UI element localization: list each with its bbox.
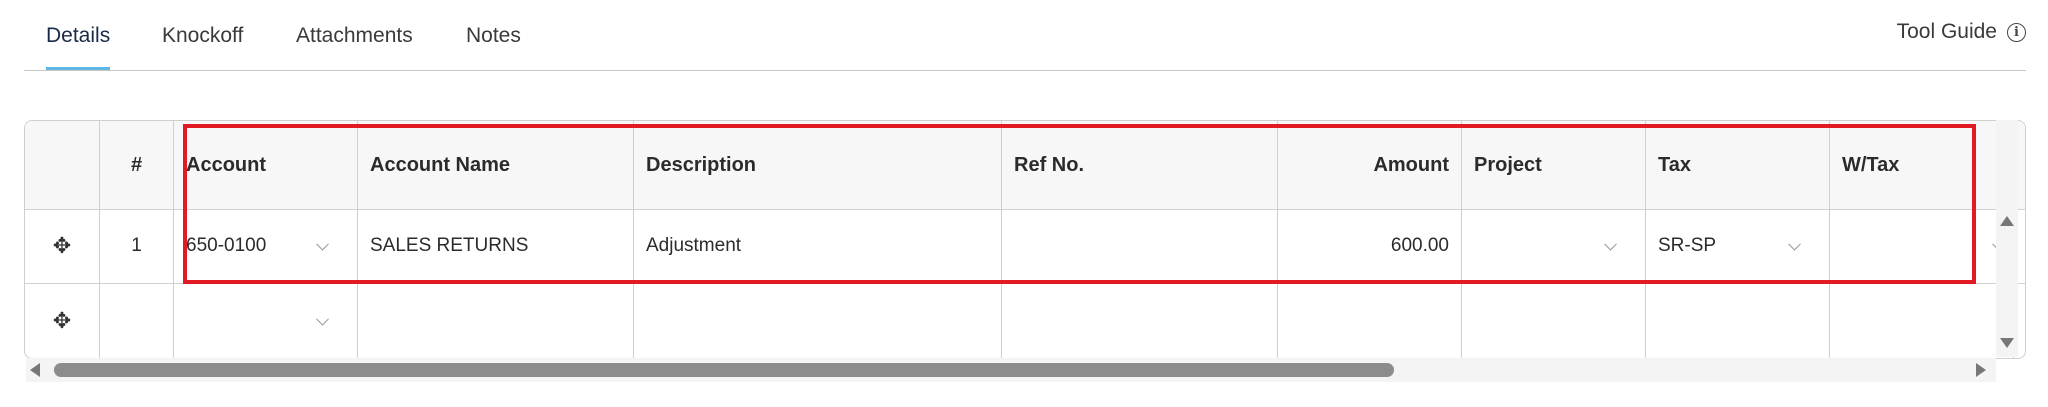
project-cell[interactable] bbox=[1462, 284, 1646, 358]
wtax-select[interactable] bbox=[1830, 209, 2014, 283]
description-cell[interactable] bbox=[634, 284, 1002, 358]
account-name-cell[interactable] bbox=[358, 284, 634, 358]
move-icon: ✥ bbox=[52, 233, 72, 258]
amount-cell[interactable] bbox=[1278, 284, 1462, 358]
account-name-cell[interactable]: SALES RETURNS bbox=[358, 209, 634, 283]
tab-attachments[interactable]: Attachments bbox=[274, 20, 435, 68]
scroll-right-icon[interactable] bbox=[1976, 363, 1986, 377]
chevron-down-icon bbox=[316, 312, 329, 326]
header-wtax[interactable]: W/Tax bbox=[1830, 121, 2014, 209]
details-grid: # Account Account Name Description Ref N… bbox=[24, 120, 2026, 359]
amount-cell[interactable]: 600.00 bbox=[1278, 209, 1462, 283]
chevron-down-icon bbox=[1604, 237, 1617, 251]
tab-bar: Details Knockoff Attachments Notes Tool … bbox=[24, 0, 2026, 71]
grid-header-row: # Account Account Name Description Ref N… bbox=[25, 121, 2025, 210]
account-select[interactable]: 650-0100 bbox=[174, 209, 358, 283]
wtax-cell[interactable] bbox=[1830, 284, 2014, 358]
tax-cell[interactable] bbox=[1646, 284, 1830, 358]
tool-guide-label: Tool Guide bbox=[1896, 20, 1997, 43]
header-no: # bbox=[100, 121, 174, 209]
row-drag-handle[interactable]: ✥ bbox=[25, 209, 100, 283]
scroll-up-icon[interactable] bbox=[2000, 216, 2014, 226]
row-number bbox=[100, 284, 174, 358]
header-account[interactable]: Account bbox=[174, 121, 358, 209]
move-icon: ✥ bbox=[52, 308, 72, 333]
ref-no-cell[interactable] bbox=[1002, 209, 1278, 283]
tab-knockoff[interactable]: Knockoff bbox=[140, 20, 265, 68]
project-select[interactable] bbox=[1462, 209, 1646, 283]
tax-select[interactable]: SR-SP bbox=[1646, 209, 1830, 283]
vertical-scrollbar[interactable] bbox=[1996, 120, 2018, 357]
scroll-left-icon[interactable] bbox=[30, 363, 40, 377]
account-value: 650-0100 bbox=[186, 235, 267, 256]
horizontal-scroll-thumb[interactable] bbox=[54, 363, 1394, 377]
row-drag-handle[interactable]: ✥ bbox=[25, 284, 100, 358]
chevron-down-icon bbox=[1788, 237, 1801, 251]
header-ref-no[interactable]: Ref No. bbox=[1002, 121, 1278, 209]
tab-details[interactable]: Details bbox=[24, 20, 132, 70]
table-row: ✥ 1 650-0100 SALES RETURNS Adjustment 60… bbox=[25, 209, 2025, 284]
header-description[interactable]: Description bbox=[634, 121, 1002, 209]
description-cell[interactable]: Adjustment bbox=[634, 209, 1002, 283]
account-select[interactable] bbox=[174, 284, 358, 358]
header-account-name[interactable]: Account Name bbox=[358, 121, 634, 209]
ref-no-cell[interactable] bbox=[1002, 284, 1278, 358]
tab-notes[interactable]: Notes bbox=[444, 20, 543, 68]
tool-guide-button[interactable]: Tool Guide i bbox=[1897, 20, 2026, 44]
scroll-down-icon[interactable] bbox=[2000, 338, 2014, 348]
chevron-down-icon bbox=[316, 237, 329, 251]
tax-value: SR-SP bbox=[1658, 235, 1717, 256]
table-row: ✥ bbox=[25, 284, 2025, 358]
header-tax[interactable]: Tax bbox=[1646, 121, 1830, 209]
info-icon: i bbox=[2007, 22, 2026, 42]
row-number: 1 bbox=[100, 209, 174, 283]
header-project[interactable]: Project bbox=[1462, 121, 1646, 209]
header-amount[interactable]: Amount bbox=[1278, 121, 1462, 209]
header-drag bbox=[25, 121, 100, 209]
